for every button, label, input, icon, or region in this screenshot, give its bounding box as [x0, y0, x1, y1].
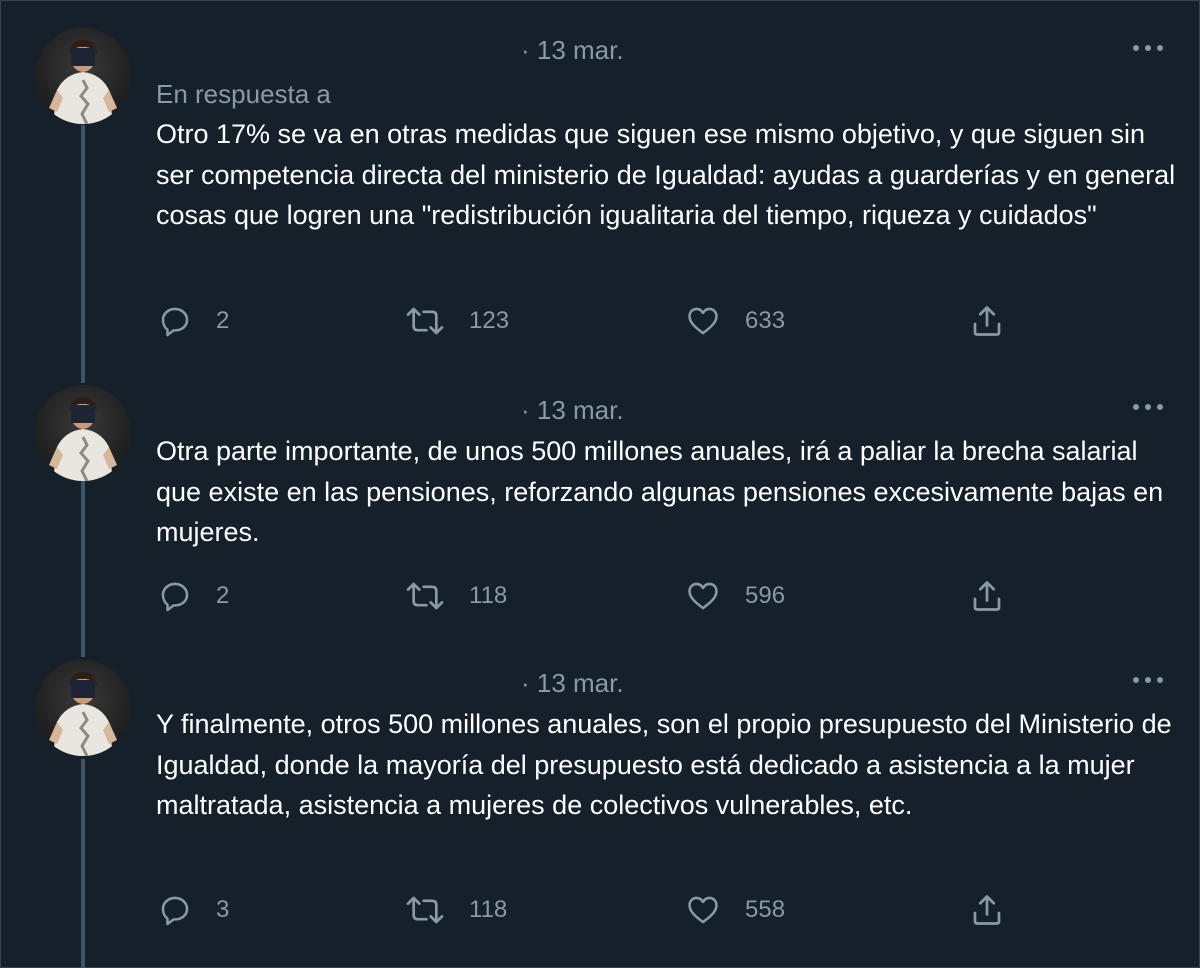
- reply-count: 2: [216, 582, 230, 609]
- retweet-button[interactable]: 118: [405, 578, 507, 614]
- avatar[interactable]: [35, 660, 131, 756]
- share-button[interactable]: [969, 892, 1005, 928]
- retweet-icon: [406, 307, 444, 335]
- tweet-date[interactable]: · 13 mar.: [521, 395, 624, 426]
- heart-icon: [688, 896, 718, 924]
- reply-count: 3: [216, 896, 230, 923]
- share-icon: [973, 581, 1001, 611]
- avatar-image: [35, 28, 131, 124]
- like-button[interactable]: 633: [685, 303, 785, 339]
- retweet-count: 123: [469, 307, 510, 334]
- tweet-text: Otra parte importante, de unos 500 millo…: [156, 436, 1171, 547]
- reply-icon: [161, 582, 189, 612]
- tweet-date[interactable]: · 13 mar.: [521, 668, 624, 699]
- heart-icon: [688, 582, 718, 610]
- reply-button[interactable]: 2: [158, 578, 229, 614]
- retweet-icon: [406, 582, 444, 610]
- more-horizontal-icon[interactable]: [1131, 670, 1165, 690]
- reply-count: 2: [216, 307, 230, 334]
- thread-timeline: · 13 mar. En respuesta a Otro 17% se va …: [0, 0, 1200, 968]
- retweet-button[interactable]: 123: [405, 303, 509, 339]
- retweet-icon: [406, 896, 444, 924]
- tweet[interactable]: · 13 mar. En respuesta a Otro 17% se va …: [1, 1, 1200, 371]
- share-icon: [973, 306, 1001, 336]
- retweet-count: 118: [469, 582, 508, 609]
- tweet[interactable]: · 13 mar. Otra parte importante, de unos…: [1, 371, 1200, 641]
- tweet[interactable]: · 13 mar. Y finalmente, otros 500 millon…: [1, 646, 1200, 968]
- avatar[interactable]: [35, 28, 131, 124]
- like-button[interactable]: 558: [685, 892, 785, 928]
- tweet-date[interactable]: · 13 mar.: [521, 35, 624, 66]
- share-icon: [973, 895, 1001, 925]
- reply-button[interactable]: 3: [158, 892, 229, 928]
- retweet-count: 118: [469, 896, 508, 923]
- retweet-button[interactable]: 118: [405, 892, 507, 928]
- tweet-text: Otro 17% se va en otras medidas que sigu…: [156, 119, 1191, 230]
- avatar-image: [35, 660, 131, 756]
- like-count: 558: [745, 896, 786, 923]
- share-button[interactable]: [969, 303, 1005, 339]
- tweet-text: Y finalmente, otros 500 millones anuales…: [156, 709, 1180, 820]
- like-count: 633: [745, 307, 786, 334]
- reply-button[interactable]: 2: [158, 303, 229, 339]
- reply-icon: [161, 896, 189, 926]
- avatar-image: [35, 385, 131, 481]
- avatar[interactable]: [35, 385, 131, 481]
- more-horizontal-icon[interactable]: [1131, 38, 1165, 58]
- like-count: 596: [745, 582, 786, 609]
- heart-icon: [688, 307, 718, 335]
- share-button[interactable]: [969, 578, 1005, 614]
- more-horizontal-icon[interactable]: [1131, 397, 1165, 417]
- reply-to-label: En respuesta a: [156, 79, 331, 109]
- like-button[interactable]: 596: [685, 578, 785, 614]
- reply-icon: [161, 307, 189, 337]
